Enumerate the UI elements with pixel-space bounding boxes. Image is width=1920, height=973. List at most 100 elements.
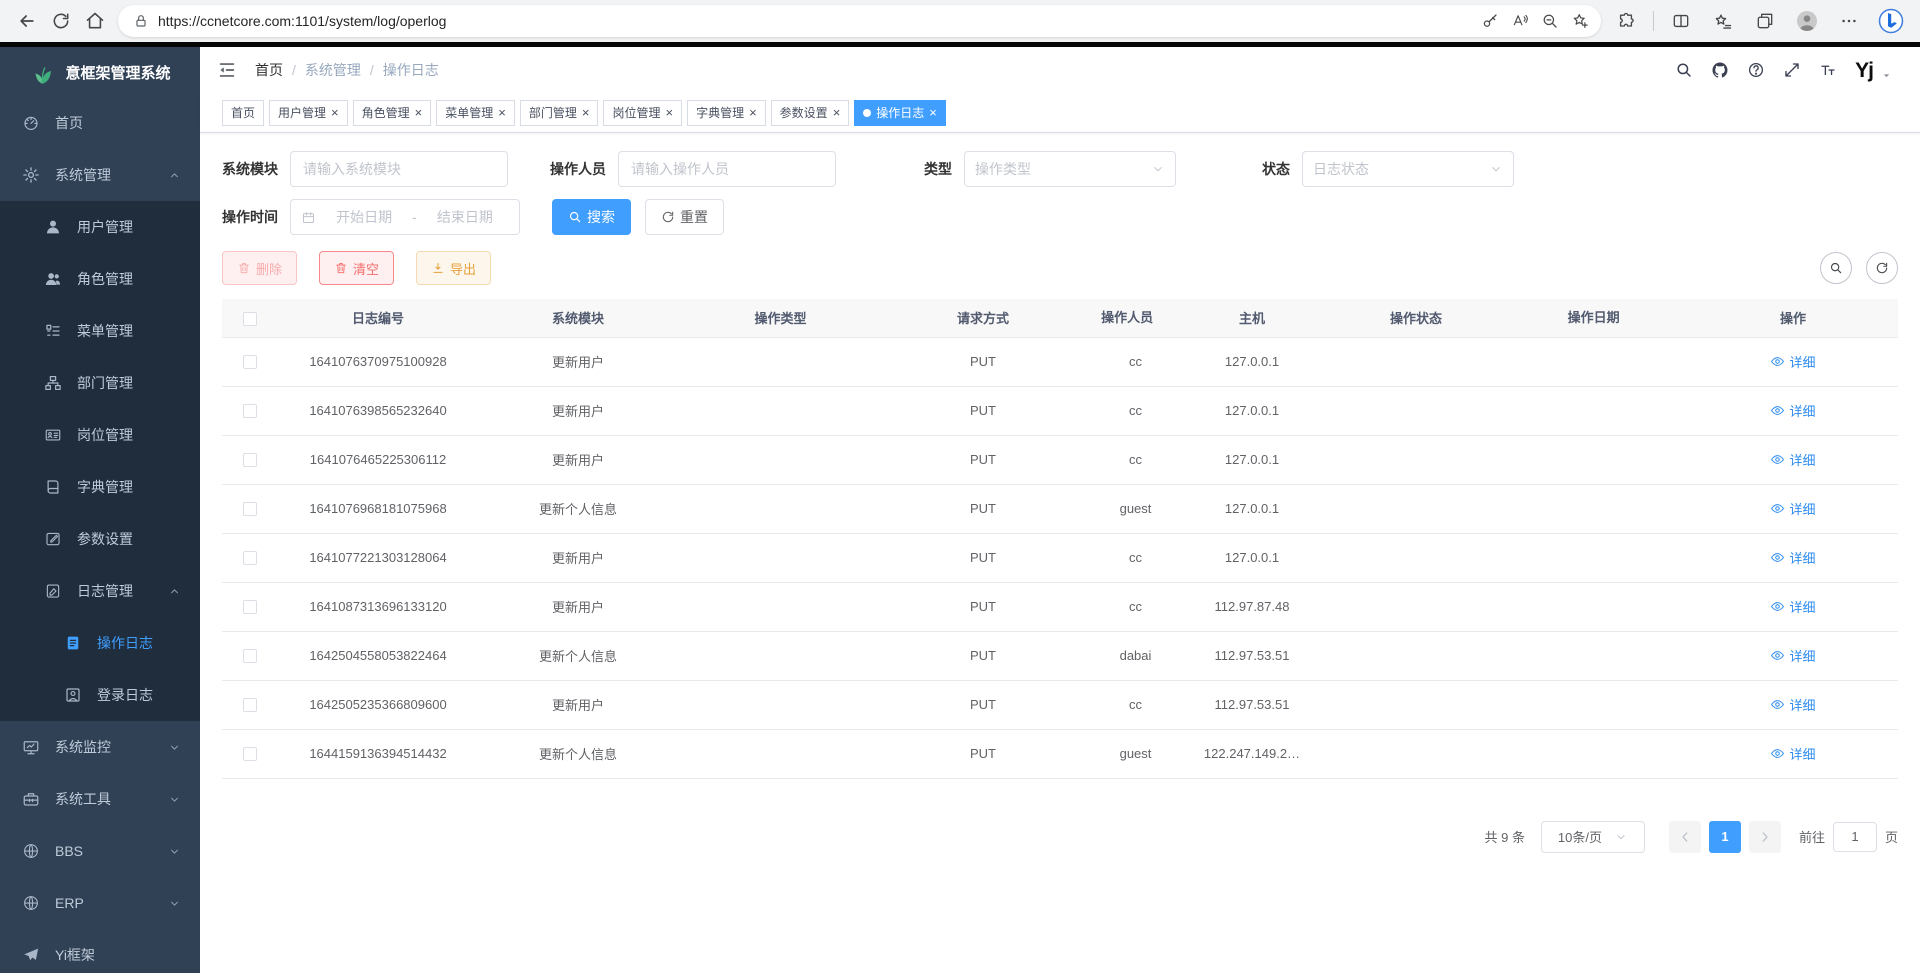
close-icon[interactable]: × bbox=[749, 106, 757, 119]
sidebar-item[interactable]: ERP bbox=[0, 877, 200, 929]
close-icon[interactable]: × bbox=[929, 106, 937, 119]
detail-link[interactable]: 详细 bbox=[1770, 401, 1815, 420]
collections-icon[interactable] bbox=[1750, 6, 1780, 36]
detail-link[interactable]: 详细 bbox=[1770, 499, 1815, 518]
split-screen-icon[interactable] bbox=[1666, 6, 1696, 36]
sidebar-item[interactable]: 系统管理 bbox=[0, 149, 200, 201]
column-header[interactable]: 操作状态 bbox=[1316, 299, 1516, 337]
detail-link[interactable]: 详细 bbox=[1770, 450, 1815, 469]
refresh-icon[interactable] bbox=[44, 4, 78, 38]
tab[interactable]: 操作日志 × bbox=[854, 100, 946, 126]
read-aloud-icon[interactable] bbox=[1505, 6, 1535, 36]
profile-avatar[interactable] bbox=[1792, 6, 1822, 36]
home-icon[interactable] bbox=[78, 4, 112, 38]
url-text[interactable]: https://ccnetcore.com:1101/system/log/op… bbox=[154, 13, 1475, 29]
tab[interactable]: 部门管理 × bbox=[520, 100, 599, 126]
search-button[interactable]: 搜索 bbox=[552, 199, 631, 235]
extensions-icon[interactable] bbox=[1611, 6, 1641, 36]
fullscreen-icon[interactable] bbox=[1783, 61, 1801, 79]
tab[interactable]: 参数设置 × bbox=[771, 100, 850, 126]
search-icon[interactable] bbox=[1675, 61, 1693, 79]
operator-input[interactable] bbox=[618, 151, 836, 187]
select-all-checkbox[interactable] bbox=[243, 312, 257, 326]
address-bar[interactable]: https://ccnetcore.com:1101/system/log/op… bbox=[118, 5, 1601, 37]
sidebar-item[interactable]: 部门管理 bbox=[0, 357, 200, 409]
status-select[interactable]: 日志状态 bbox=[1302, 151, 1514, 187]
column-header[interactable]: 操作人员 bbox=[1083, 299, 1188, 337]
sort-caret-icon[interactable] bbox=[1628, 310, 1636, 328]
column-header[interactable]: 操作 bbox=[1688, 299, 1898, 337]
row-checkbox[interactable] bbox=[243, 404, 257, 418]
sidebar-item[interactable]: 系统监控 bbox=[0, 721, 200, 773]
goto-page-input[interactable] bbox=[1833, 822, 1877, 852]
tab[interactable]: 字典管理 × bbox=[687, 100, 766, 126]
column-header[interactable]: 日志编号 bbox=[278, 299, 478, 337]
close-icon[interactable]: × bbox=[833, 106, 841, 119]
sort-caret-icon[interactable] bbox=[1162, 310, 1170, 328]
column-header[interactable]: 操作日期 bbox=[1516, 299, 1688, 337]
module-input[interactable] bbox=[290, 151, 508, 187]
close-icon[interactable]: × bbox=[331, 106, 339, 119]
next-page-button[interactable] bbox=[1749, 821, 1781, 853]
clear-button[interactable]: 清空 bbox=[319, 251, 394, 285]
column-header[interactable] bbox=[222, 299, 278, 337]
row-checkbox[interactable] bbox=[243, 453, 257, 467]
sidebar-item[interactable]: 岗位管理 bbox=[0, 409, 200, 461]
detail-link[interactable]: 详细 bbox=[1770, 646, 1815, 665]
sidebar-item[interactable]: 菜单管理 bbox=[0, 305, 200, 357]
help-icon[interactable] bbox=[1747, 61, 1765, 79]
sidebar-item[interactable]: 登录日志 bbox=[0, 669, 200, 721]
row-checkbox[interactable] bbox=[243, 551, 257, 565]
row-checkbox[interactable] bbox=[243, 649, 257, 663]
reset-button[interactable]: 重置 bbox=[645, 199, 724, 235]
type-select[interactable]: 操作类型 bbox=[964, 151, 1176, 187]
column-header[interactable]: 操作类型 bbox=[678, 299, 883, 337]
sidebar-item[interactable]: 用户管理 bbox=[0, 201, 200, 253]
tab[interactable]: 菜单管理 × bbox=[436, 100, 515, 126]
github-icon[interactable] bbox=[1711, 61, 1729, 79]
export-button[interactable]: 导出 bbox=[416, 251, 491, 285]
tab[interactable]: 岗位管理 × bbox=[603, 100, 682, 126]
row-checkbox[interactable] bbox=[243, 698, 257, 712]
close-icon[interactable]: × bbox=[498, 106, 506, 119]
lock-icon[interactable] bbox=[128, 8, 154, 34]
user-caret-icon[interactable] bbox=[1881, 70, 1892, 81]
zoom-out-icon[interactable] bbox=[1535, 6, 1565, 36]
row-checkbox[interactable] bbox=[243, 747, 257, 761]
breadcrumb-item[interactable]: 首页 bbox=[255, 60, 283, 80]
more-menu-icon[interactable] bbox=[1834, 6, 1864, 36]
close-icon[interactable]: × bbox=[665, 106, 673, 119]
close-icon[interactable]: × bbox=[415, 106, 423, 119]
row-checkbox[interactable] bbox=[243, 502, 257, 516]
page-size-select[interactable]: 10条/页 bbox=[1541, 821, 1645, 853]
detail-link[interactable]: 详细 bbox=[1770, 597, 1815, 616]
favorites-bar-icon[interactable] bbox=[1708, 6, 1738, 36]
sidebar-item[interactable]: 参数设置 bbox=[0, 513, 200, 565]
column-header[interactable]: 系统模块 bbox=[478, 299, 678, 337]
bing-icon[interactable] bbox=[1876, 6, 1906, 36]
row-checkbox[interactable] bbox=[243, 600, 257, 614]
sidebar-item[interactable]: 系统工具 bbox=[0, 773, 200, 825]
sidebar-item[interactable]: 字典管理 bbox=[0, 461, 200, 513]
detail-link[interactable]: 详细 bbox=[1770, 352, 1815, 371]
breadcrumb-item[interactable]: / 操作日志 bbox=[361, 60, 439, 80]
column-header[interactable]: 请求方式 bbox=[883, 299, 1083, 337]
sidebar-collapse-icon[interactable] bbox=[216, 59, 238, 81]
current-page[interactable]: 1 bbox=[1709, 821, 1741, 853]
sidebar-item[interactable]: 首页 bbox=[0, 97, 200, 149]
refresh-table-button[interactable] bbox=[1866, 252, 1898, 284]
sidebar-item[interactable]: 日志管理 bbox=[0, 565, 200, 617]
add-favorite-star-icon[interactable] bbox=[1565, 6, 1595, 36]
toggle-search-button[interactable] bbox=[1820, 252, 1852, 284]
close-icon[interactable]: × bbox=[582, 106, 590, 119]
column-header[interactable]: 主机 bbox=[1188, 299, 1316, 337]
back-icon[interactable] bbox=[10, 4, 44, 38]
delete-button[interactable]: 删除 bbox=[222, 251, 297, 285]
sidebar-item[interactable]: BBS bbox=[0, 825, 200, 877]
row-checkbox[interactable] bbox=[243, 355, 257, 369]
password-key-icon[interactable] bbox=[1475, 6, 1505, 36]
sidebar-item[interactable]: 操作日志 bbox=[0, 617, 200, 669]
tab[interactable]: 角色管理 × bbox=[353, 100, 432, 126]
sidebar-item[interactable]: 角色管理 bbox=[0, 253, 200, 305]
prev-page-button[interactable] bbox=[1669, 821, 1701, 853]
